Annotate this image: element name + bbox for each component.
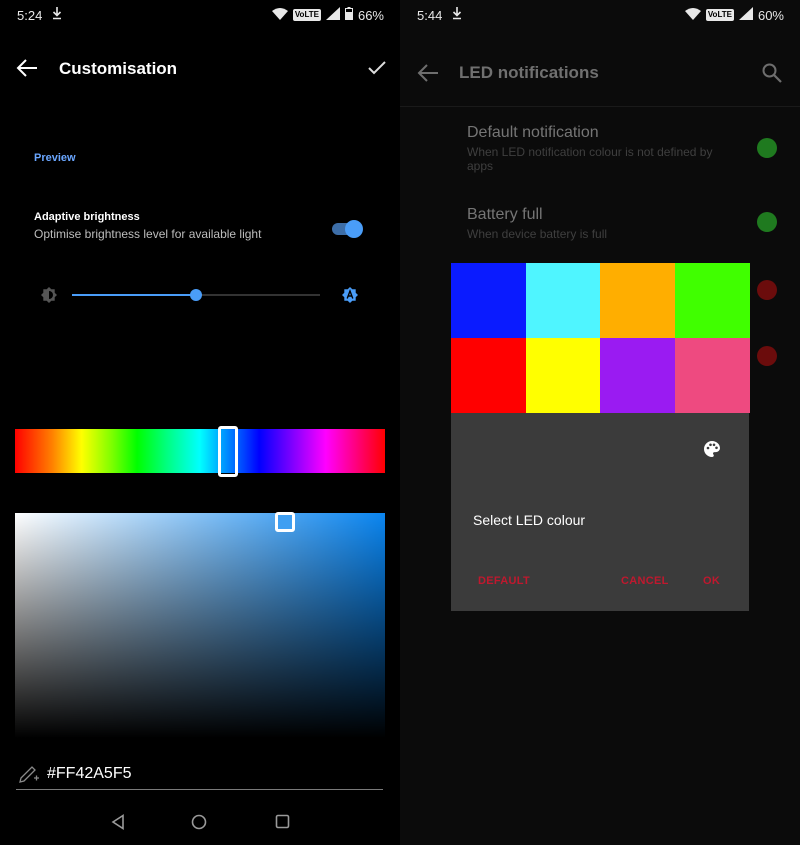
back-arrow-icon: [16, 59, 37, 77]
customisation-screen: 5:24 VoLTE 66% Customisation Preview Ada…: [0, 0, 400, 845]
list-item-default-notification[interactable]: Default notification When LED notificati…: [400, 112, 800, 182]
wifi-icon: [684, 7, 701, 23]
list-item-summary: When device battery is full: [467, 227, 608, 241]
led-notifications-screen: 5:44 VoLTE 60% LED notifications Default…: [400, 0, 800, 845]
colour-swatch[interactable]: [451, 263, 526, 338]
colour-swatch[interactable]: [525, 337, 601, 413]
download-icon: [52, 6, 62, 23]
led-color-dot: [757, 212, 777, 232]
checkmark-icon: [368, 61, 386, 75]
search-icon: [762, 63, 782, 83]
hex-color-input[interactable]: #FF42A5F5: [47, 765, 131, 783]
nav-back-icon: [111, 814, 124, 830]
custom-colour-button[interactable]: [703, 440, 721, 463]
volte-badge: VoLTE: [705, 9, 734, 21]
download-icon: [452, 6, 462, 23]
signal-icon: [325, 7, 340, 23]
list-item-title: Default notification: [467, 124, 599, 141]
signal-icon: [738, 7, 753, 23]
page-title: LED notifications: [459, 63, 599, 82]
battery-percent: 60%: [757, 7, 784, 23]
palette-icon: [704, 441, 720, 457]
hex-input-underline: [16, 789, 383, 790]
confirm-button[interactable]: [368, 60, 386, 81]
wifi-icon: [271, 7, 288, 23]
battery-icon: [344, 7, 353, 23]
brightness-slider-fill: [72, 294, 196, 296]
led-color-dot[interactable]: [757, 280, 777, 300]
ok-button[interactable]: OK: [703, 575, 720, 587]
adaptive-brightness-summary: Optimise brightness level for available …: [34, 227, 262, 241]
colour-swatch[interactable]: [451, 337, 526, 413]
led-color-dot[interactable]: [757, 346, 777, 366]
hue-slider-handle[interactable]: [217, 426, 238, 477]
volte-badge: VoLTE: [292, 9, 321, 21]
nav-home-icon: [191, 814, 207, 830]
colour-swatch[interactable]: [674, 263, 750, 338]
colour-swatch[interactable]: [600, 263, 675, 338]
list-item-title: Battery full: [467, 206, 543, 223]
adaptive-brightness-title: Adaptive brightness: [34, 211, 140, 223]
back-button[interactable]: [417, 63, 439, 88]
colour-swatch[interactable]: [674, 337, 750, 413]
list-item-battery-full[interactable]: Battery full When device battery is full: [400, 195, 800, 250]
cancel-button[interactable]: CANCEL: [621, 575, 669, 587]
status-bar: 5:44 VoLTE 60%: [400, 0, 800, 32]
color-field-handle[interactable]: [275, 512, 295, 532]
brightness-low-icon: [40, 286, 58, 309]
default-button[interactable]: DEFAULT: [478, 575, 530, 587]
nav-back-button[interactable]: [111, 814, 125, 835]
search-button[interactable]: [761, 62, 783, 89]
nav-recents-button[interactable]: [275, 814, 290, 834]
colour-swatch[interactable]: [600, 337, 675, 413]
hue-slider[interactable]: [15, 429, 385, 473]
select-led-colour-dialog: Select LED colour DEFAULT CANCEL OK: [451, 263, 750, 611]
edit-color-icon: [18, 764, 40, 789]
battery-percent: 66%: [357, 7, 384, 23]
back-button[interactable]: [16, 58, 38, 83]
brightness-slider-thumb[interactable]: [190, 289, 202, 301]
nav-recents-icon: [275, 814, 290, 829]
status-bar: 5:24 VoLTE 66%: [0, 0, 400, 32]
saturation-value-field[interactable]: [15, 513, 385, 738]
dialog-title: Select LED colour: [473, 512, 586, 528]
brightness-auto-icon: [341, 286, 359, 309]
page-title: Customisation: [59, 59, 178, 78]
led-color-dot: [757, 138, 777, 158]
back-arrow-icon: [417, 64, 438, 82]
list-item-summary: When LED notification colour is not defi…: [467, 145, 713, 173]
status-time: 5:24: [17, 8, 43, 23]
colour-swatch[interactable]: [525, 263, 601, 338]
section-header-preview: Preview: [34, 152, 76, 164]
adaptive-brightness-toggle[interactable]: [332, 219, 364, 239]
toggle-thumb: [345, 220, 363, 238]
nav-home-button[interactable]: [191, 814, 207, 835]
status-time: 5:44: [417, 8, 443, 23]
app-bar-divider: [400, 106, 800, 107]
